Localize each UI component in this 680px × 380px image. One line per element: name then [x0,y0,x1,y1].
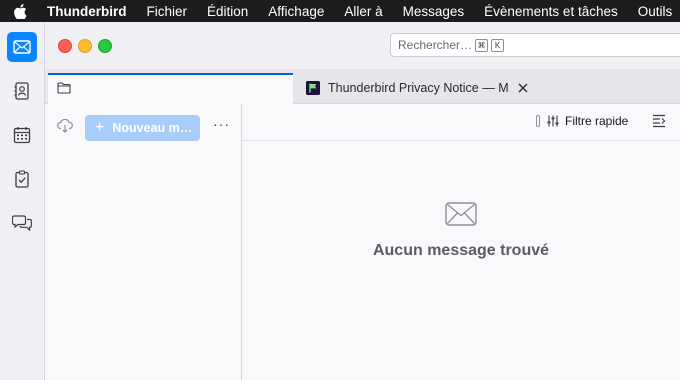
new-message-label: Nouveau m… [112,121,193,135]
space-tasks-button[interactable] [7,164,37,194]
space-address-book-button[interactable] [7,76,37,106]
address-book-icon [14,82,29,100]
shortcut-key-command: ⌘ [475,38,489,52]
plus-icon: + [95,119,105,136]
global-search-field[interactable]: Rechercher… ⌘ K [390,33,680,57]
close-tab-icon[interactable] [518,83,528,93]
quick-filter-toggle[interactable] [536,115,540,127]
zoom-window-button[interactable] [98,39,112,53]
view-options-icon[interactable] [652,114,666,133]
new-message-button[interactable]: + Nouveau m… [85,115,200,141]
menu-edition[interactable]: Édition [207,4,248,19]
menu-aller-a[interactable]: Aller à [344,4,382,19]
apple-menu-icon[interactable] [14,3,27,19]
space-chat-button[interactable] [7,208,37,238]
tasks-icon [15,170,29,188]
empty-state-message: Aucun message trouvé [372,242,550,259]
shortcut-key-k: K [491,38,505,52]
folder-pane: + Nouveau m… ··· [45,104,242,380]
sliders-icon [547,115,559,127]
menu-messages[interactable]: Messages [403,4,465,19]
menu-app-name[interactable]: Thunderbird [47,4,127,19]
chat-icon [12,215,32,232]
tab-title: Thunderbird Privacy Notice — Mozilla [328,81,508,95]
spaces-toolbar [0,22,45,380]
search-placeholder: Rechercher… [398,38,473,52]
space-calendar-button[interactable] [7,120,37,150]
empty-envelope-icon [445,202,477,231]
thread-pane: Filtre rapide Aucun message trouvé [242,104,680,380]
menu-outils[interactable]: Outils [638,4,673,19]
get-messages-icon[interactable] [57,118,73,138]
menu-fichier[interactable]: Fichier [147,4,188,19]
thunderbird-flag-favicon [306,81,320,95]
quick-filter-label: Filtre rapide [565,114,629,128]
tab-mail[interactable] [48,73,293,104]
mail-icon [13,40,31,54]
more-options-button[interactable]: ··· [213,116,230,132]
tab-privacy-notice[interactable]: Thunderbird Privacy Notice — Mozilla [300,75,540,101]
close-window-button[interactable] [58,39,72,53]
menu-affichage[interactable]: Affichage [268,4,324,19]
menu-evenements-taches[interactable]: Évènements et tâches [484,4,618,19]
menu-bar: Thunderbird Fichier Édition Affichage Al… [0,0,680,22]
quick-filter-button[interactable]: Filtre rapide [547,114,628,128]
minimize-window-button[interactable] [78,39,92,53]
tab-strip: Thunderbird Privacy Notice — Mozilla [45,69,680,104]
space-mail-button[interactable] [7,32,37,62]
title-bar: Rechercher… ⌘ K [45,22,680,69]
calendar-icon [13,127,31,144]
folder-icon [57,82,71,94]
thread-pane-toolbar: Filtre rapide [242,104,680,141]
